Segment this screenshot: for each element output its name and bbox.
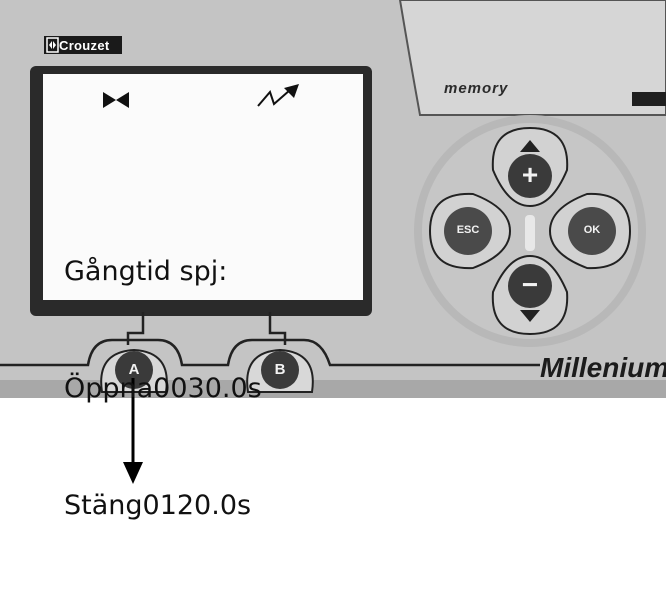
lcd-line-open: Öppna0030.0s (64, 373, 262, 404)
memory-cartridge-label: memory (444, 80, 509, 97)
ok-key-label[interactable]: OK (576, 224, 608, 236)
model-name: Millenium II (540, 352, 666, 383)
device-panel: Crouzet memory Millenium II Gångtid spj:… (0, 0, 666, 521)
memory-slot-notch (632, 92, 666, 106)
function-key-b-label[interactable]: B (270, 361, 290, 378)
brand-name: Crouzet (59, 38, 110, 53)
lcd-line-title: Gångtid spj: (64, 256, 228, 287)
keypad-center-divider (525, 215, 535, 251)
memory-cartridge (398, 0, 666, 116)
esc-key-label[interactable]: ESC (452, 224, 484, 236)
function-key-a-label[interactable]: A (124, 361, 144, 378)
brand-logo-icon (46, 37, 59, 53)
lcd-line-close: Stäng0120.0s (64, 490, 252, 521)
lcd-text-area: Gångtid spj: Öppna0030.0s Stäng0120.0s (64, 174, 262, 603)
plus-key-label[interactable]: + (518, 160, 542, 190)
minus-key-label[interactable]: − (518, 270, 542, 300)
